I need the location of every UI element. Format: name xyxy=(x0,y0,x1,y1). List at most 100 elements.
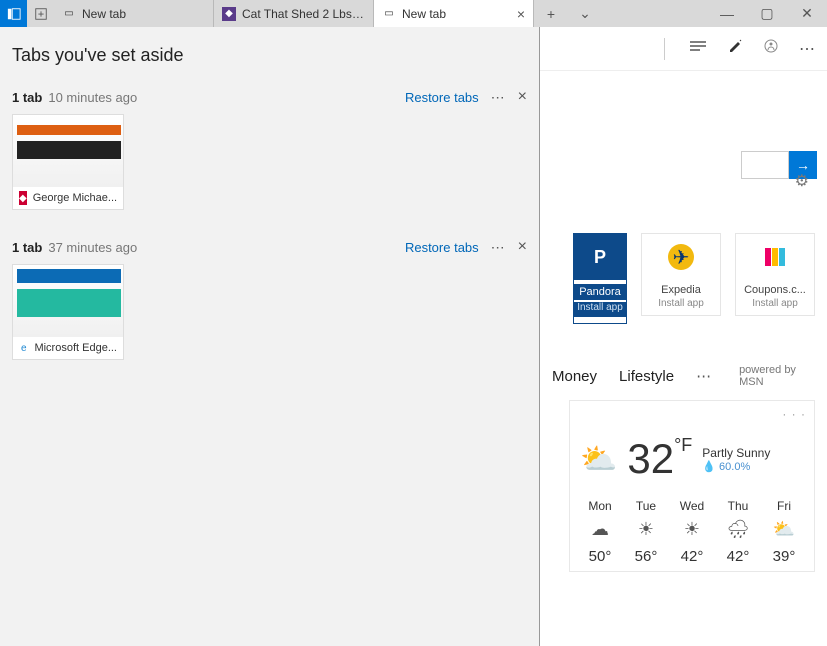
forecast-day-name: Tue xyxy=(626,499,666,513)
top-site-pandora[interactable]: P Pandora Install app xyxy=(573,233,627,324)
thumbnail-title: Microsoft Edge... xyxy=(34,342,117,354)
powered-by-label: powered by MSN xyxy=(739,364,815,388)
restore-tabs-link[interactable]: Restore tabs xyxy=(405,240,479,255)
aside-group-1: 1 tab 37 minutes ago Restore tabs ⋯ × e … xyxy=(12,238,527,360)
weather-humidity: 💧 60.0% xyxy=(702,460,770,473)
forecast-day-1: Tue ☀ 56° xyxy=(626,499,666,565)
forecast-high: 56° xyxy=(626,548,666,565)
title-bar: ▭ New tab ◆ Cat That Shed 2 Lbs. of Mat … xyxy=(0,0,827,27)
hub-icon[interactable] xyxy=(689,39,707,58)
install-app-label: Install app xyxy=(736,298,814,309)
weather-now: ⛅ 32°F Partly Sunny 💧 60.0% xyxy=(580,435,804,483)
site-name: Coupons.c... xyxy=(736,284,814,296)
new-tab-page: ⋯ → ⚙ P Pandora Install app ✈ Expedia In… xyxy=(540,27,827,646)
top-site-coupons[interactable]: Coupons.c... Install app xyxy=(735,233,815,316)
forecast-icon: ⛅ xyxy=(764,519,804,540)
site-icon: ✈ xyxy=(642,234,720,280)
browser-toolbar: ⋯ xyxy=(540,27,827,71)
site-name: Pandora xyxy=(574,284,626,300)
forecast-high: 50° xyxy=(580,548,620,565)
top-sites-row: ⚙ P Pandora Install app ✈ Expedia Instal… xyxy=(540,179,827,324)
tab-label: New tab xyxy=(82,7,205,21)
forecast-day-2: Wed ☀ 42° xyxy=(672,499,712,565)
tabs-aside-panel: Tabs you've set aside 1 tab 10 minutes a… xyxy=(0,27,540,646)
thumbnail-caption: ◆ George Michae... xyxy=(13,187,123,209)
browser-tab-0[interactable]: ▭ New tab xyxy=(54,0,214,27)
site-icon xyxy=(736,234,814,280)
forecast-day-4: Fri ⛅ 39° xyxy=(764,499,804,565)
forecast-day-name: Wed xyxy=(672,499,712,513)
tabs-menu-button[interactable]: ⌄ xyxy=(568,0,602,27)
install-app-label: Install app xyxy=(574,302,626,317)
weather-card[interactable]: · · · ⛅ 32°F Partly Sunny 💧 60.0% Mon ☁ … xyxy=(569,400,815,572)
forecast-day-name: Fri xyxy=(764,499,804,513)
group-close-button[interactable]: × xyxy=(518,88,527,106)
toolbar-separator xyxy=(664,38,665,60)
search-input[interactable] xyxy=(741,151,789,179)
forecast-day-name: Mon xyxy=(580,499,620,513)
new-tab-button[interactable]: + xyxy=(534,0,568,27)
aside-tab-thumbnail[interactable]: ◆ George Michae... xyxy=(12,114,124,210)
share-icon[interactable] xyxy=(763,38,779,59)
feed-tab-money[interactable]: Money xyxy=(552,368,597,385)
forecast-icon: ☀ xyxy=(626,519,666,540)
set-tabs-aside-button[interactable] xyxy=(27,0,54,27)
forecast-icon: 🌧 xyxy=(718,519,758,540)
tab-label: New tab xyxy=(402,7,511,21)
search-row: → xyxy=(540,71,827,179)
maximize-button[interactable]: ▢ xyxy=(747,0,787,27)
group-timestamp: 10 minutes ago xyxy=(48,90,137,105)
feed-tab-lifestyle[interactable]: Lifestyle xyxy=(619,368,674,385)
group-close-button[interactable]: × xyxy=(518,238,527,256)
minimize-button[interactable]: — xyxy=(707,0,747,27)
group-more-button[interactable]: ⋯ xyxy=(491,239,506,256)
browser-tab-2-active[interactable]: ▭ New tab × xyxy=(374,0,534,27)
weather-temp-value: 32 xyxy=(627,435,674,482)
titlebar-left: ▭ New tab ◆ Cat That Shed 2 Lbs. of Mat … xyxy=(0,0,602,27)
tab-close-button[interactable]: × xyxy=(517,6,525,22)
tab-favicon-site-icon: ◆ xyxy=(222,7,236,21)
browser-tab-1[interactable]: ◆ Cat That Shed 2 Lbs. of Mat xyxy=(214,0,374,27)
aside-tab-thumbnail[interactable]: e Microsoft Edge... xyxy=(12,264,124,360)
thumbnail-favicon-icon: ◆ xyxy=(19,191,27,205)
forecast-day-3: Thu 🌧 42° xyxy=(718,499,758,565)
customize-gear-icon[interactable]: ⚙ xyxy=(795,171,809,191)
thumbnail-preview xyxy=(13,265,123,337)
weather-cond-block: Partly Sunny 💧 60.0% xyxy=(702,446,770,473)
forecast-icon: ☁ xyxy=(580,519,620,540)
tabs-aside-panel-button[interactable] xyxy=(0,0,27,27)
tab-label: Cat That Shed 2 Lbs. of Mat xyxy=(242,7,365,21)
tab-favicon-blank-icon: ▭ xyxy=(62,7,76,21)
group-timestamp: 37 minutes ago xyxy=(48,240,137,255)
forecast-day-0: Mon ☁ 50° xyxy=(580,499,620,565)
weather-more-button[interactable]: · · · xyxy=(782,407,806,421)
aside-group-0: 1 tab 10 minutes ago Restore tabs ⋯ × ◆ … xyxy=(12,88,527,210)
thumbnail-preview xyxy=(13,115,123,187)
forecast-high: 42° xyxy=(718,548,758,565)
group-more-button[interactable]: ⋯ xyxy=(491,89,506,106)
tab-favicon-blank-icon: ▭ xyxy=(382,7,396,21)
main-area: Tabs you've set aside 1 tab 10 minutes a… xyxy=(0,27,827,646)
weather-temp: 32°F xyxy=(627,435,692,483)
feed-more-button[interactable]: ⋯ xyxy=(696,367,711,385)
weather-humidity-value: 60.0% xyxy=(719,461,750,473)
top-site-expedia[interactable]: ✈ Expedia Install app xyxy=(641,233,721,316)
more-menu-icon[interactable]: ⋯ xyxy=(799,39,815,59)
install-app-label: Install app xyxy=(642,298,720,309)
notes-icon[interactable] xyxy=(727,38,743,59)
aside-group-header: 1 tab 10 minutes ago Restore tabs ⋯ × xyxy=(12,88,527,106)
group-actions: Restore tabs ⋯ × xyxy=(405,88,527,106)
aside-group-header: 1 tab 37 minutes ago Restore tabs ⋯ × xyxy=(12,238,527,256)
news-feed-header: Money Lifestyle ⋯ powered by MSN xyxy=(540,324,827,400)
close-window-button[interactable]: ✕ xyxy=(787,0,827,27)
aside-panel-title: Tabs you've set aside xyxy=(12,45,527,66)
weather-now-icon: ⛅ xyxy=(580,442,617,477)
group-tab-count: 1 tab xyxy=(12,240,42,255)
forecast-day-name: Thu xyxy=(718,499,758,513)
group-actions: Restore tabs ⋯ × xyxy=(405,238,527,256)
restore-tabs-link[interactable]: Restore tabs xyxy=(405,90,479,105)
forecast-high: 39° xyxy=(764,548,804,565)
weather-forecast-row: Mon ☁ 50° Tue ☀ 56° Wed ☀ 42° Thu 🌧 xyxy=(580,499,804,565)
weather-unit: °F xyxy=(674,435,692,455)
thumbnail-title: George Michae... xyxy=(33,192,117,204)
